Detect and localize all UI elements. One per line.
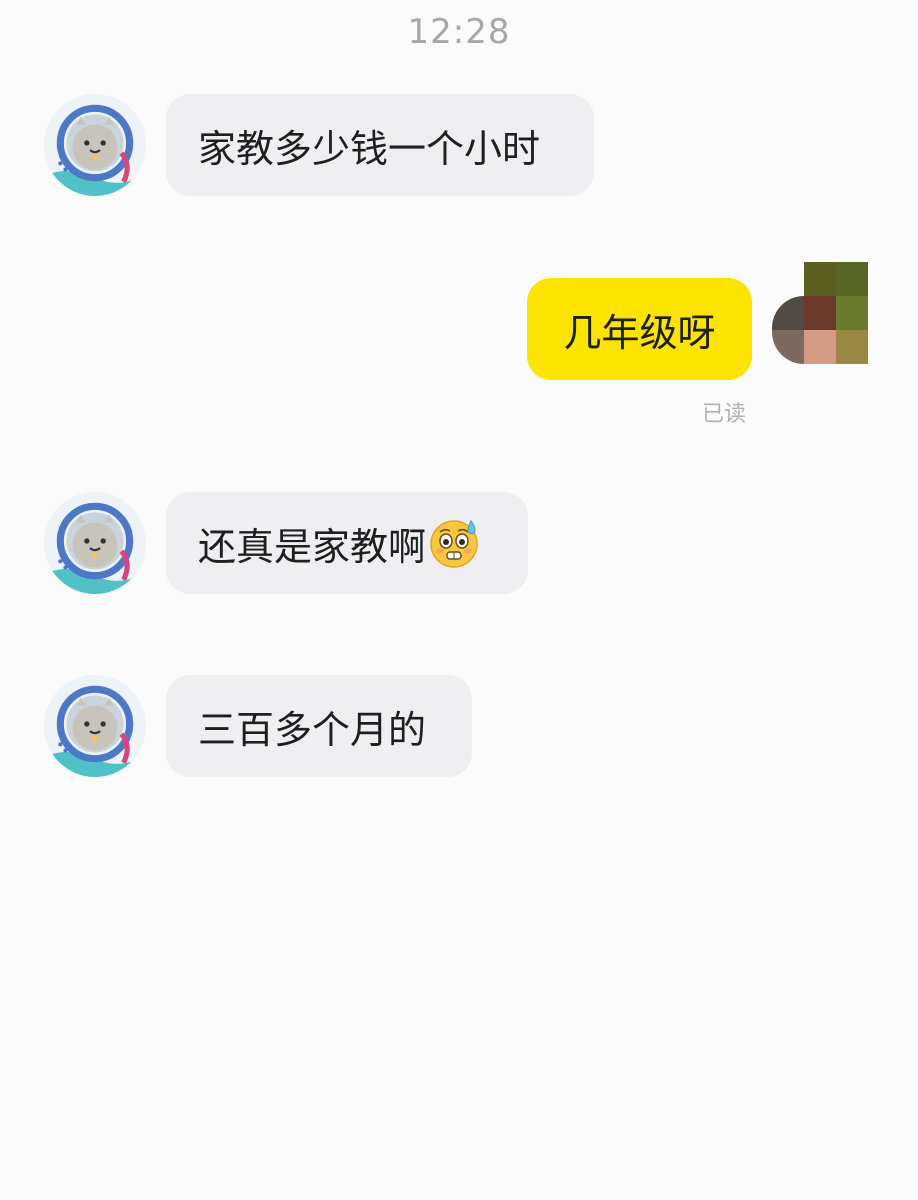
seal-avatar-icon[interactable] bbox=[44, 675, 146, 777]
message-bubble-outgoing[interactable]: 几年级呀 bbox=[527, 278, 752, 380]
message-bubble-incoming[interactable]: 还真是家教啊 bbox=[166, 492, 528, 594]
message-text: 几年级呀 bbox=[563, 310, 716, 355]
flushed-sweat-emoji-icon bbox=[428, 517, 480, 569]
message-text: 还真是家教啊 bbox=[198, 524, 427, 569]
user-avatar[interactable] bbox=[772, 262, 868, 370]
timestamp: 12:28 bbox=[407, 12, 511, 52]
pixelated-avatar-image bbox=[772, 262, 868, 370]
seal-avatar-icon[interactable] bbox=[44, 492, 146, 594]
message-bubble-incoming[interactable]: 家教多少钱一个小时 bbox=[166, 94, 594, 196]
message-text: 家教多少钱一个小时 bbox=[198, 126, 541, 171]
message-bubble-incoming[interactable]: 三百多个月的 bbox=[166, 675, 472, 777]
read-status: 已读 bbox=[702, 402, 747, 427]
message-text: 三百多个月的 bbox=[198, 707, 427, 752]
seal-avatar-icon[interactable] bbox=[44, 94, 146, 196]
